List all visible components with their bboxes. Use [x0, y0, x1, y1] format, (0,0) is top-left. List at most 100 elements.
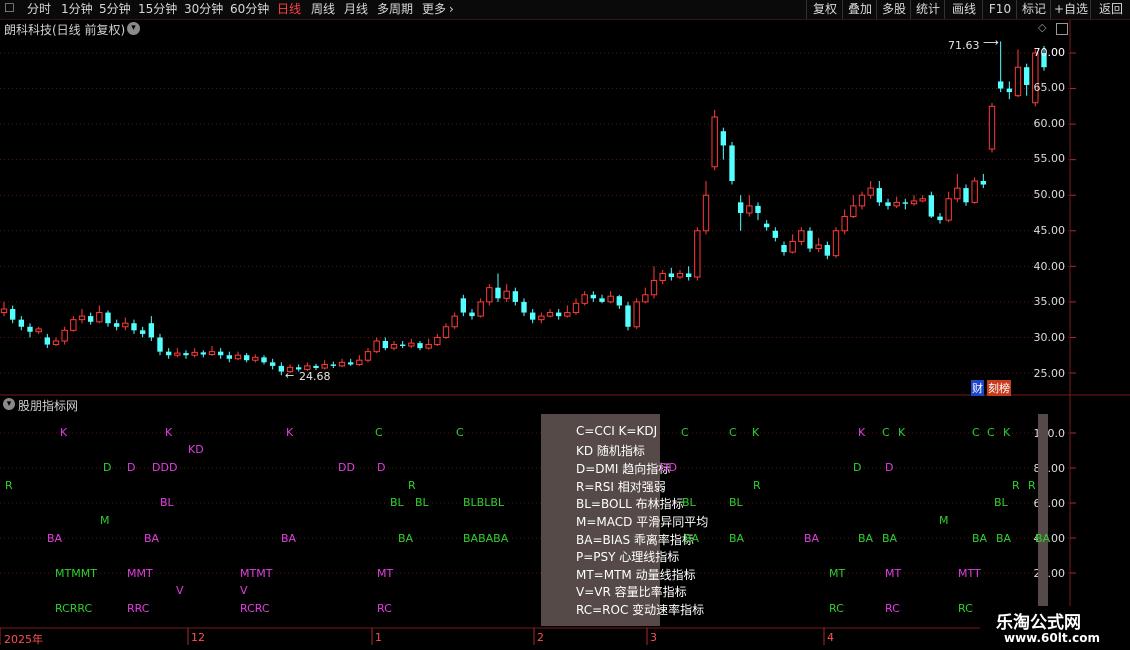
candle [945, 191, 952, 223]
candle [694, 227, 701, 281]
candle [399, 341, 406, 349]
indicator-signal: RCRC [240, 602, 270, 615]
indicator-signal: RC [829, 602, 844, 615]
candle [486, 284, 493, 306]
price-tick: 30.00 [1033, 331, 1066, 344]
indicator-signal: K [165, 426, 173, 439]
candle [226, 351, 233, 363]
candle-body [737, 202, 744, 213]
candle [183, 350, 189, 359]
candle [572, 298, 580, 315]
candle [512, 287, 519, 306]
candle-body [910, 200, 918, 205]
candle [676, 269, 684, 280]
candle [382, 337, 389, 351]
candle [919, 195, 926, 203]
candle [364, 348, 372, 363]
candle-body [928, 195, 935, 217]
legend-item: D=DMI 趋向指标 [576, 462, 671, 476]
candle [442, 323, 450, 339]
candle-body [807, 230, 813, 249]
candle [755, 202, 761, 221]
candle-body [781, 245, 787, 253]
candle-body [694, 230, 701, 278]
candle [1006, 81, 1013, 100]
candle-body [148, 323, 155, 338]
candle-body [945, 198, 952, 221]
candle-body [0, 308, 8, 314]
candle [702, 181, 710, 235]
candle-body [963, 188, 969, 203]
candle-body [261, 357, 267, 363]
candle-body [61, 329, 68, 342]
candle-body [87, 316, 94, 322]
candle [0, 301, 8, 317]
legend-item: M=MACD 平滑异同平均 [576, 515, 709, 529]
candle-body [1032, 52, 1039, 104]
indicator-title: 股朋指标网 [18, 399, 79, 413]
indicator-signal: K [898, 426, 906, 439]
candle [157, 333, 163, 356]
candle [988, 102, 996, 153]
candle-body [364, 351, 372, 361]
indicator-signal: MT [829, 567, 846, 580]
indicator-signal: R [408, 479, 416, 492]
candle [564, 305, 571, 318]
candle-body [1014, 66, 1022, 97]
candle-body [572, 302, 580, 314]
candle [451, 312, 458, 329]
candle [772, 227, 779, 242]
indicator-signal: BA [882, 532, 898, 545]
candle-body [685, 273, 692, 277]
chevron-down-icon[interactable]: ▾ [3, 398, 15, 410]
indicator-signal: BL [729, 496, 743, 509]
finance-badge[interactable]: 财 [971, 380, 984, 396]
candle [910, 195, 918, 206]
candle-body [200, 352, 207, 355]
date-label: 12 [191, 631, 205, 644]
candle [824, 241, 831, 260]
indicator-signal: V [240, 584, 248, 597]
candle-body [711, 116, 718, 168]
indicator-signal: D [853, 461, 862, 474]
candle [200, 350, 207, 358]
candle [616, 294, 623, 309]
indicator-signal: BA [1035, 532, 1051, 545]
candle [139, 326, 146, 338]
candle [546, 309, 554, 318]
indicator-signal: MMT [127, 567, 153, 580]
candle-body [798, 230, 805, 242]
indicator-signal: RCRRC [55, 602, 93, 615]
candle-body [937, 216, 943, 221]
price-tick: 35.00 [1033, 295, 1066, 308]
candle [893, 196, 900, 209]
candle-body [512, 291, 519, 302]
indicator-signal: M [100, 514, 110, 527]
arrow-left-icon: ← [285, 369, 295, 382]
price-tick: 70.00 [1033, 46, 1066, 59]
candle-body [599, 298, 605, 302]
indicator-signal: BA [972, 532, 988, 545]
ranking-badge[interactable]: 刻榜 [987, 380, 1011, 396]
candle [590, 291, 597, 302]
indicator-signal: R [5, 479, 13, 492]
date-label: 4 [827, 631, 834, 644]
candle [44, 333, 51, 349]
candle [61, 326, 68, 345]
candle [685, 266, 692, 281]
candle [832, 227, 840, 258]
candle-body [234, 354, 242, 360]
candle-body [824, 245, 831, 256]
candle-body [70, 319, 77, 331]
candle [321, 360, 328, 370]
candle-body [555, 312, 562, 317]
indicator-signal: D [377, 461, 386, 474]
indicator-signal: BA [804, 532, 820, 545]
candle-body [616, 296, 623, 306]
candle-body [408, 342, 415, 347]
indicator-signal: KD [188, 443, 204, 456]
candle [850, 195, 857, 218]
candle-body [183, 353, 189, 356]
candle-body [52, 340, 60, 346]
candle-body [278, 365, 285, 372]
